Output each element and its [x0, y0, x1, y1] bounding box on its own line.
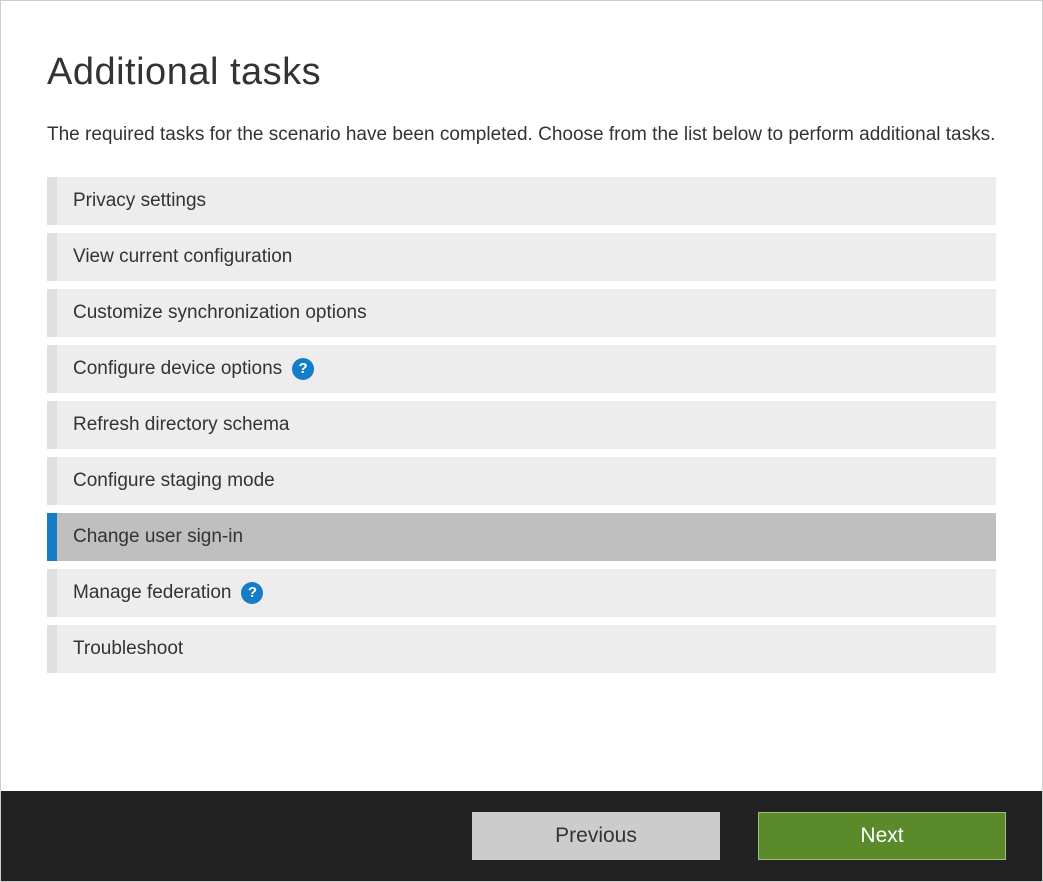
previous-button[interactable]: Previous — [472, 812, 720, 860]
task-label: Configure staging mode — [73, 470, 275, 492]
task-label: Customize synchronization options — [73, 302, 367, 324]
page-title: Additional tasks — [47, 51, 996, 94]
next-button[interactable]: Next — [758, 812, 1006, 860]
task-label: View current configuration — [73, 246, 292, 268]
footer-bar: Previous Next — [1, 791, 1042, 881]
task-item-change-user-sign-in[interactable]: Change user sign-in — [47, 513, 996, 561]
task-item-configure-staging-mode[interactable]: Configure staging mode — [47, 457, 996, 505]
task-list: Privacy settings View current configurat… — [47, 177, 996, 673]
help-icon[interactable]: ? — [292, 358, 314, 380]
task-item-customize-synchronization-options[interactable]: Customize synchronization options — [47, 289, 996, 337]
task-item-privacy-settings[interactable]: Privacy settings — [47, 177, 996, 225]
task-label: Configure device options — [73, 358, 282, 380]
task-label: Change user sign-in — [73, 526, 243, 548]
task-item-configure-device-options[interactable]: Configure device options ? — [47, 345, 996, 393]
task-label: Manage federation — [73, 582, 231, 604]
task-label: Troubleshoot — [73, 638, 183, 660]
task-item-view-current-configuration[interactable]: View current configuration — [47, 233, 996, 281]
help-icon[interactable]: ? — [241, 582, 263, 604]
task-item-refresh-directory-schema[interactable]: Refresh directory schema — [47, 401, 996, 449]
task-label: Refresh directory schema — [73, 414, 289, 436]
page-description: The required tasks for the scenario have… — [47, 122, 996, 149]
task-item-manage-federation[interactable]: Manage federation ? — [47, 569, 996, 617]
task-label: Privacy settings — [73, 190, 206, 212]
task-item-troubleshoot[interactable]: Troubleshoot — [47, 625, 996, 673]
content-area: Additional tasks The required tasks for … — [1, 1, 1042, 673]
